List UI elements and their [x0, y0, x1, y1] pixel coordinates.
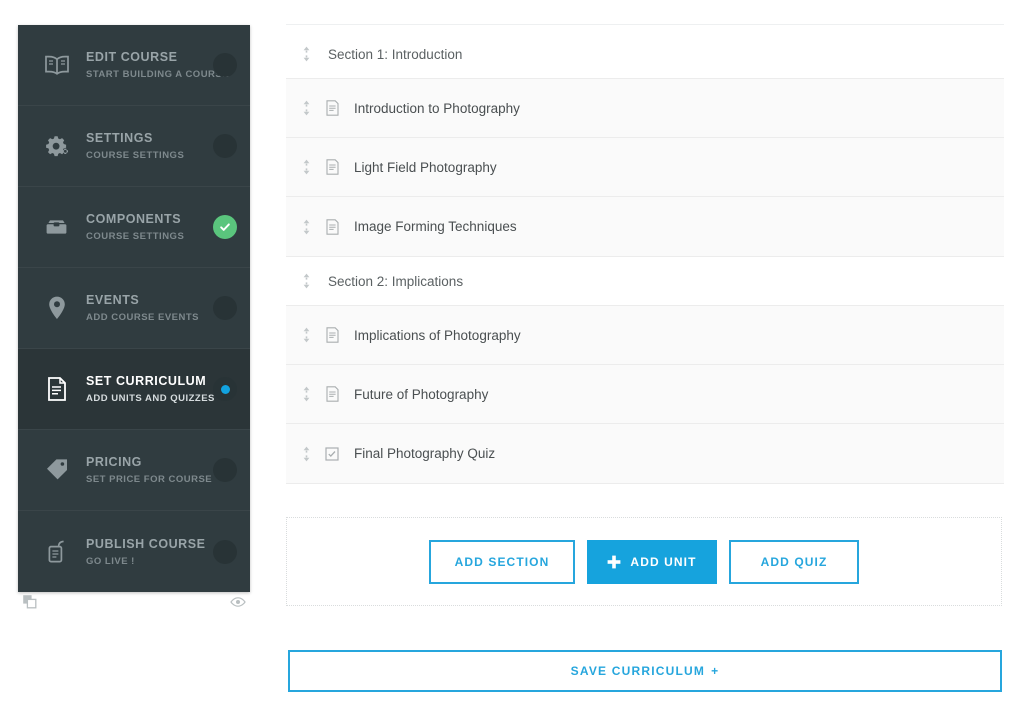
- status-badge-pending: [213, 134, 237, 158]
- sidebar-item-subtitle: GO LIVE !: [86, 555, 135, 567]
- quiz-checkbox-icon: [324, 446, 340, 461]
- eye-preview-icon[interactable]: [230, 596, 246, 608]
- map-pin-icon: [40, 291, 74, 325]
- sidebar-item-settings[interactable]: SETTINGS COURSE SETTINGS: [18, 106, 250, 187]
- status-badge-pending: [213, 296, 237, 320]
- section-row[interactable]: Section 2: Implications: [286, 257, 1004, 305]
- check-icon: [220, 223, 230, 231]
- unit-document-icon: [324, 386, 340, 402]
- book-icon: [40, 48, 74, 82]
- top-divider: [286, 24, 1004, 25]
- unit-document-icon: [324, 159, 340, 175]
- quiz-row[interactable]: Final Photography Quiz: [286, 424, 1004, 483]
- sidebar-item-title: SETTINGS: [86, 131, 153, 145]
- drag-handle-icon[interactable]: [298, 100, 314, 116]
- unit-label: Image Forming Techniques: [354, 219, 517, 234]
- drag-handle-icon[interactable]: [298, 159, 314, 175]
- status-badge-pending: [213, 539, 237, 564]
- section-items-group: Introduction to Photography Light Field …: [286, 78, 1004, 257]
- sidebar-item-publish-course[interactable]: PUBLISH COURSE GO LIVE !: [18, 511, 250, 592]
- add-section-button[interactable]: Add Section: [429, 539, 575, 584]
- unit-row[interactable]: Light Field Photography: [286, 138, 1004, 197]
- save-plus-icon: +: [711, 664, 720, 678]
- section-label: Section 1: Introduction: [328, 46, 463, 62]
- unit-row[interactable]: Future of Photography: [286, 365, 1004, 424]
- sidebar-item-components[interactable]: COMPONENTS COURSE SETTINGS: [18, 187, 250, 268]
- sidebar-item-pricing[interactable]: PRICING SET PRICE FOR COURSE: [18, 430, 250, 511]
- sidebar-item-title: COMPONENTS: [86, 212, 182, 226]
- sidebar-item-subtitle: SET PRICE FOR COURSE: [86, 474, 213, 485]
- current-dot-icon: [220, 384, 230, 394]
- add-unit-button[interactable]: Add Unit: [587, 539, 717, 584]
- unit-row[interactable]: Image Forming Techniques: [286, 197, 1004, 256]
- status-badge-current: [213, 377, 237, 401]
- unit-label: Introduction to Photography: [354, 100, 520, 116]
- unit-row[interactable]: Implications of Photography: [286, 306, 1004, 365]
- add-unit-label: Add Unit: [630, 554, 697, 569]
- publish-icon: [40, 535, 74, 569]
- sidebar-item-title: SET CURRICULUM: [86, 374, 207, 388]
- sidebar-item-title: EDIT COURSE: [86, 50, 178, 64]
- sidebar-item-title: PRICING: [86, 455, 142, 469]
- gears-icon: [40, 129, 74, 163]
- section-row[interactable]: Section 1: Introduction: [286, 30, 1004, 78]
- drag-handle-icon[interactable]: [298, 273, 314, 289]
- toolbox-icon: [40, 210, 74, 244]
- section-items-group: Implications of Photography Future of Ph…: [286, 305, 1004, 484]
- unit-document-icon: [324, 218, 340, 235]
- sidebar-item-subtitle: ADD COURSE EVENTS: [86, 312, 200, 323]
- sidebar-footer: [18, 591, 250, 613]
- unit-document-icon: [324, 327, 340, 343]
- sidebar-item-title: EVENTS: [86, 293, 140, 307]
- status-badge-pending: [213, 53, 237, 77]
- sidebar-item-title: PUBLISH COURSE: [86, 536, 206, 551]
- quiz-label: Final Photography Quiz: [354, 446, 496, 461]
- unit-label: Implications of Photography: [354, 327, 521, 343]
- unit-label: Light Field Photography: [354, 159, 497, 175]
- sidebar-item-subtitle: COURSE SETTINGS: [86, 231, 185, 242]
- drag-handle-icon[interactable]: [298, 219, 314, 235]
- save-curriculum-button[interactable]: Save Curriculum +: [288, 650, 1002, 692]
- drag-handle-icon[interactable]: [298, 446, 314, 462]
- sidebar-item-set-curriculum[interactable]: SET CURRICULUM ADD UNITS AND QUIZZES: [18, 349, 250, 430]
- section-label: Section 2: Implications: [328, 273, 464, 289]
- course-wizard-sidebar: EDIT COURSE START BUILDING A COURSE SETT…: [18, 25, 250, 592]
- save-curriculum-label: Save Curriculum: [570, 664, 706, 678]
- unit-row[interactable]: Introduction to Photography: [286, 79, 1004, 138]
- price-tag-icon: [40, 453, 74, 487]
- duplicate-icon[interactable]: [22, 594, 38, 610]
- drag-handle-icon[interactable]: [298, 46, 314, 62]
- document-list-icon: [40, 372, 74, 406]
- add-actions-panel: Add Section Add Unit Add Quiz: [286, 517, 1002, 606]
- unit-label: Future of Photography: [354, 386, 489, 402]
- curriculum-panel: Section 1: Introduction Introduction to …: [286, 0, 1004, 707]
- sidebar-item-events[interactable]: EVENTS ADD COURSE EVENTS: [18, 268, 250, 349]
- drag-handle-icon[interactable]: [298, 386, 314, 402]
- sidebar-item-subtitle: START BUILDING A COURSE: [86, 69, 230, 80]
- status-badge-complete: [213, 215, 237, 239]
- curriculum-list: Section 1: Introduction Introduction to …: [286, 30, 1004, 484]
- sidebar-item-subtitle: ADD UNITS AND QUIZZES: [86, 393, 215, 404]
- sidebar-item-subtitle: COURSE SETTINGS: [86, 150, 185, 161]
- drag-handle-icon[interactable]: [298, 327, 314, 343]
- add-quiz-button[interactable]: Add Quiz: [729, 539, 859, 584]
- unit-document-icon: [324, 100, 340, 116]
- status-badge-pending: [213, 458, 237, 482]
- plus-icon: [607, 555, 621, 569]
- sidebar-item-edit-course[interactable]: EDIT COURSE START BUILDING A COURSE: [18, 25, 250, 106]
